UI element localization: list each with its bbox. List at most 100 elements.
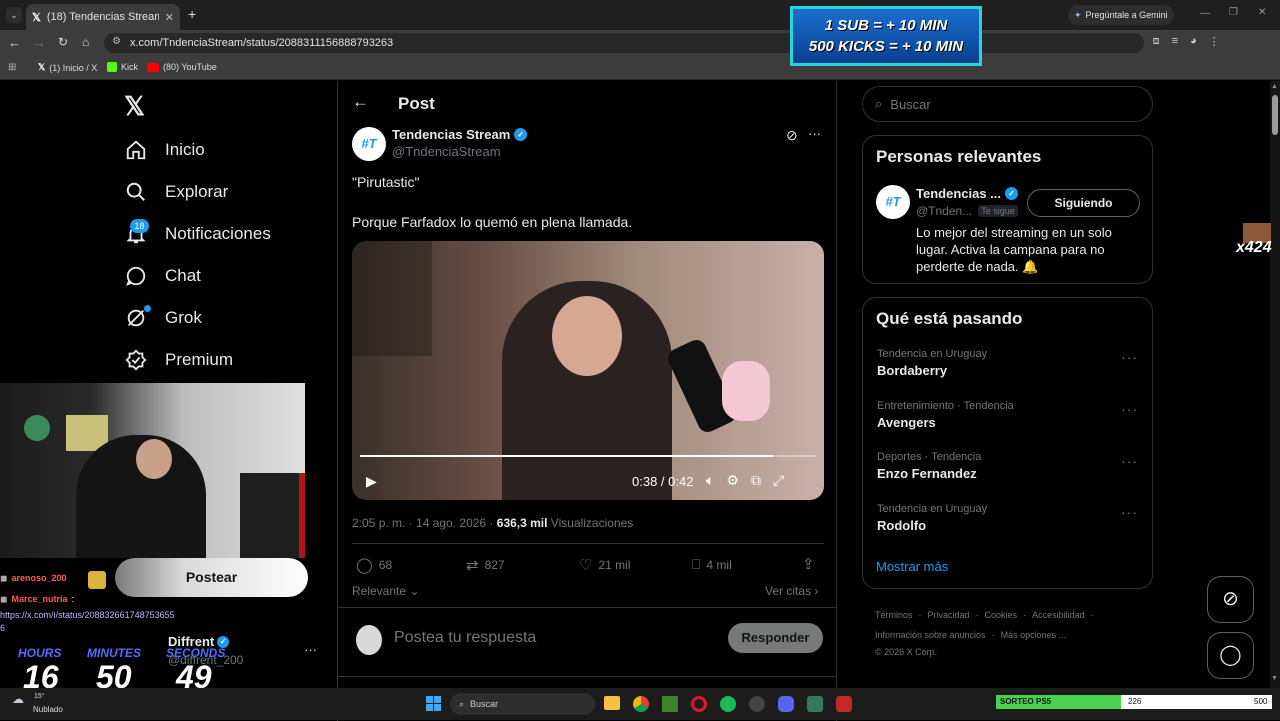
- like-action[interactable]: ♡ 21 mil: [579, 556, 630, 574]
- x-logo-icon[interactable]: 𝕏: [124, 91, 145, 122]
- bookmark-icon: ⎕: [692, 556, 701, 572]
- person-avatar[interactable]: #T: [876, 185, 910, 219]
- taskbar-search[interactable]: ⌕ Buscar: [450, 693, 595, 715]
- spotify-icon[interactable]: [720, 696, 736, 712]
- menu-icon[interactable]: ⋮: [1209, 35, 1220, 48]
- kick-icon: [107, 62, 117, 72]
- trend-more-icon[interactable]: ···: [1121, 504, 1138, 520]
- author-name[interactable]: Tendencias Stream ✓: [392, 127, 528, 142]
- search-icon: ⌕: [875, 96, 883, 111]
- weather-widget[interactable]: ☁: [12, 692, 24, 706]
- video-progress-track[interactable]: [360, 455, 816, 457]
- home-icon: [126, 140, 146, 160]
- share-icon[interactable]: ⇪: [802, 555, 815, 573]
- discord-icon[interactable]: [778, 696, 794, 712]
- reply-button[interactable]: Responder: [728, 623, 823, 653]
- trend-item[interactable]: Tendencia en Uruguay Bordaberry: [877, 348, 987, 378]
- nav-premium[interactable]: Premium: [125, 349, 233, 371]
- scrollbar-up-icon[interactable]: ▲: [1271, 83, 1278, 90]
- address-bar[interactable]: ⚙ x.com/TndenciaStream/status/2088311156…: [104, 33, 1144, 53]
- reload-icon[interactable]: ↻: [58, 35, 68, 49]
- relevant-people-card: Personas relevantes #T Tendencias ... ✓ …: [862, 135, 1153, 284]
- puzzle-icon[interactable]: ⧈: [1153, 35, 1160, 48]
- bookmark-youtube[interactable]: (80) YouTube: [147, 62, 217, 72]
- trend-more-icon[interactable]: ···: [1121, 349, 1138, 365]
- footer-link[interactable]: Cookies: [985, 605, 1018, 625]
- reply-count: 68: [378, 558, 393, 572]
- home-icon[interactable]: ⌂: [82, 35, 89, 49]
- back-arrow-icon[interactable]: ←: [352, 92, 369, 112]
- author-handle[interactable]: @TndenciaStream: [392, 144, 501, 159]
- show-more-link[interactable]: Mostrar más: [876, 559, 948, 574]
- repost-action[interactable]: ⇄ 827: [466, 556, 505, 574]
- pip-icon[interactable]: ⧉: [751, 472, 761, 489]
- following-button[interactable]: Siguiendo: [1027, 189, 1140, 217]
- forward-icon[interactable]: →: [33, 35, 46, 50]
- author-avatar[interactable]: #T: [352, 127, 386, 161]
- bookmark-action[interactable]: ⎕ 4 mil: [692, 556, 732, 573]
- obs-icon[interactable]: [749, 696, 765, 712]
- trend-item[interactable]: Tendencia en Uruguay Rodolfo: [877, 503, 987, 533]
- person-name[interactable]: Tendencias ... ✓: [916, 186, 1019, 201]
- trend-more-icon[interactable]: ···: [1121, 401, 1138, 417]
- footer-link[interactable]: Más opciones ...: [1001, 625, 1067, 645]
- back-icon[interactable]: ←: [8, 35, 21, 50]
- post-timestamp[interactable]: 2:05 p. m. · 14 ago. 2026 ·: [352, 516, 497, 530]
- settings-gear-icon[interactable]: ⚙: [726, 472, 739, 489]
- tab-search-icon[interactable]: ⌄: [6, 7, 22, 23]
- new-tab-icon[interactable]: +: [188, 6, 196, 22]
- video-player[interactable]: ▶ 0:38 / 0:42 🔈︎ ⚙ ⧉ ⤢: [352, 241, 824, 500]
- chat-link[interactable]: https://x.com/i/status/20883266174875365…: [0, 609, 200, 622]
- footer-link[interactable]: Términos: [875, 605, 913, 625]
- account-name-text: Diffrent: [168, 634, 215, 649]
- more-icon[interactable]: ···: [304, 642, 317, 657]
- volume-icon[interactable]: 🔈︎: [706, 472, 714, 489]
- nav-explore[interactable]: Explorar: [125, 181, 228, 203]
- post-more-icon[interactable]: ···: [808, 126, 821, 141]
- scrollbar-down-icon[interactable]: ▼: [1271, 675, 1278, 682]
- grok-float-button[interactable]: ⊘: [1207, 576, 1254, 623]
- windows-start-icon[interactable]: [426, 696, 441, 711]
- footer-row: Información sobre anuncios · Más opciones…: [875, 625, 1155, 645]
- close-tab-icon[interactable]: ✕: [165, 11, 174, 24]
- file-explorer-icon[interactable]: [604, 696, 620, 710]
- grok-explain-icon[interactable]: ⊘: [786, 127, 798, 144]
- scrollbar-thumb[interactable]: [1272, 95, 1278, 135]
- quotes-link[interactable]: Ver citas ›: [765, 584, 818, 598]
- bookmark-x[interactable]: 𝕏 (1) Inicio / X: [38, 62, 97, 73]
- profile-icon[interactable]: ◕: [1190, 35, 1197, 48]
- app-icon[interactable]: [807, 696, 823, 712]
- bookmark-kick[interactable]: Kick: [107, 62, 138, 72]
- close-window-icon[interactable]: ✕: [1258, 7, 1266, 18]
- sort-dropdown[interactable]: Relevante ⌄: [352, 584, 419, 598]
- fullscreen-icon[interactable]: ⤢: [773, 472, 784, 489]
- footer-link[interactable]: Información sobre anuncios: [875, 625, 986, 645]
- nav-grok[interactable]: Grok: [125, 307, 202, 329]
- reply-input[interactable]: Postea tu respuesta: [394, 629, 536, 647]
- footer-link[interactable]: Accesibilidad: [1032, 605, 1085, 625]
- messages-float-button[interactable]: ◯: [1207, 632, 1254, 679]
- apps-icon[interactable]: ⊞: [8, 62, 16, 73]
- trend-more-icon[interactable]: ···: [1121, 453, 1138, 469]
- media-icon[interactable]: ≡: [1172, 35, 1178, 48]
- account-switcher[interactable]: Diffrent ✓ @diffrent_200 ···: [168, 634, 320, 674]
- play-icon[interactable]: ▶: [366, 473, 377, 490]
- scrollbar[interactable]: ▲ ▼: [1270, 81, 1280, 688]
- nav-chat[interactable]: Chat: [125, 265, 201, 287]
- nav-home[interactable]: Inicio: [125, 139, 205, 161]
- minecraft-icon[interactable]: [662, 696, 678, 712]
- app-icon[interactable]: [836, 696, 852, 712]
- minimize-icon[interactable]: —: [1200, 8, 1210, 19]
- opera-icon[interactable]: [691, 696, 707, 712]
- browser-tab[interactable]: 𝕏 (18) Tendencias Stream en X: " ✕: [26, 4, 180, 30]
- search-input[interactable]: ⌕ Buscar: [862, 86, 1153, 122]
- site-info-icon[interactable]: ⚙: [112, 36, 121, 47]
- chrome-icon[interactable]: [633, 696, 649, 712]
- badge-count: 424: [1244, 239, 1272, 256]
- footer-link[interactable]: Privacidad: [928, 605, 970, 625]
- restore-icon[interactable]: ❐: [1229, 7, 1238, 18]
- gemini-button[interactable]: ✦ Pregúntale a Gemini: [1068, 5, 1174, 25]
- trend-item[interactable]: Entretenimiento · Tendencia Avengers: [877, 400, 1014, 430]
- trend-item[interactable]: Deportes · Tendencia Enzo Fernandez: [877, 451, 981, 481]
- reply-action[interactable]: ◯ 68: [356, 556, 392, 574]
